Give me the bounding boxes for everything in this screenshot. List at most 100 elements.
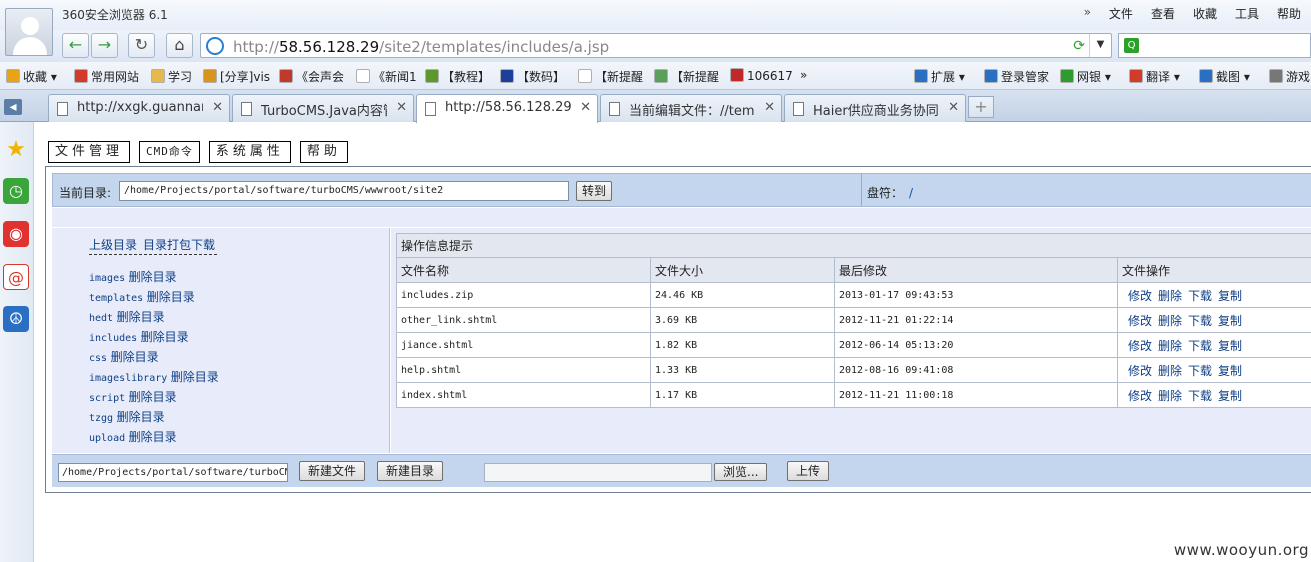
delete-dir-link[interactable]: 删除目录 — [117, 410, 165, 424]
file-manage-button[interactable]: 文件管理 — [48, 141, 131, 163]
favorite-item[interactable]: 收藏 ▾ — [6, 68, 57, 85]
help-button[interactable]: 帮助 — [299, 141, 348, 163]
menu-tools[interactable]: 工具 — [1235, 5, 1259, 22]
delete-link[interactable]: 删除 — [1158, 314, 1182, 328]
delete-dir-link[interactable]: 删除目录 — [129, 390, 177, 404]
search-box[interactable]: Q — [1118, 33, 1311, 58]
delete-link[interactable]: 删除 — [1158, 339, 1182, 353]
current-dir-input[interactable]: /home/Projects/portal/software/turboCMS/… — [119, 181, 569, 201]
close-icon[interactable]: ✕ — [396, 100, 407, 115]
favorite-item[interactable]: » — [800, 68, 807, 82]
delete-link[interactable]: 删除 — [1158, 364, 1182, 378]
menu-favorites[interactable]: 收藏 — [1193, 5, 1217, 22]
favorite-item[interactable]: 翻译 ▾ — [1129, 68, 1180, 85]
menu-file[interactable]: 文件 — [1109, 5, 1133, 22]
dir-link[interactable]: images — [89, 273, 125, 284]
favorite-item[interactable]: 学习 — [151, 68, 192, 85]
user-avatar[interactable] — [5, 8, 53, 56]
home-icon[interactable]: ⌂ — [166, 33, 193, 58]
favorite-item[interactable]: 【教程】 — [425, 68, 490, 85]
upload-file-input[interactable] — [484, 463, 712, 482]
favorite-item[interactable]: 网银 ▾ — [1060, 68, 1111, 85]
upload-button[interactable]: 上传 — [787, 461, 830, 481]
dir-link[interactable]: tzgg — [89, 413, 113, 424]
sidebar-toggle-icon[interactable]: ◂ — [4, 99, 22, 115]
edit-link[interactable]: 修改 — [1128, 389, 1152, 403]
dir-link[interactable]: css — [89, 353, 107, 364]
copy-link[interactable]: 复制 — [1218, 314, 1242, 328]
dir-link[interactable]: script — [89, 393, 125, 404]
address-url[interactable]: http://58.56.128.29/site2/templates/incl… — [233, 38, 609, 56]
cmd-button[interactable]: CMD命令 — [139, 141, 200, 163]
mail-icon[interactable]: @ — [3, 264, 29, 290]
compat-mode-icon[interactable]: ⟳ — [1073, 38, 1085, 54]
close-icon[interactable]: ✕ — [212, 100, 223, 115]
edit-link[interactable]: 修改 — [1128, 339, 1152, 353]
search-engine-icon[interactable]: Q — [1124, 38, 1139, 53]
dir-link[interactable]: templates — [89, 293, 143, 304]
edit-link[interactable]: 修改 — [1128, 314, 1152, 328]
menu-view[interactable]: 查看 — [1151, 5, 1175, 22]
menu-help[interactable]: 帮助 — [1277, 5, 1301, 22]
copy-link[interactable]: 复制 — [1218, 389, 1242, 403]
tab-3-active[interactable]: http://58.56.128.29/site2 ✕ — [416, 94, 598, 123]
address-dropdown-icon[interactable]: ▼ — [1089, 34, 1111, 57]
download-link[interactable]: 下载 — [1188, 289, 1212, 303]
download-link[interactable]: 下载 — [1188, 314, 1212, 328]
new-path-input[interactable]: /home/Projects/portal/software/turboCMS — [58, 463, 288, 482]
delete-dir-link[interactable]: 删除目录 — [129, 270, 177, 284]
favorite-item[interactable]: 《会声会 — [279, 68, 344, 85]
copy-link[interactable]: 复制 — [1218, 339, 1242, 353]
tab-2[interactable]: TurboCMS.Java内容管理 ✕ — [232, 94, 414, 122]
dir-link[interactable]: hedt — [89, 313, 113, 324]
close-icon[interactable]: ✕ — [764, 100, 775, 115]
copy-link[interactable]: 复制 — [1218, 364, 1242, 378]
tab-1[interactable]: http://xxgk.guannan.gov ✕ — [48, 94, 230, 122]
tab-4[interactable]: 当前编辑文件：//templates ✕ — [600, 94, 782, 122]
favorite-item[interactable]: [分享]vis — [203, 68, 270, 85]
copy-link[interactable]: 复制 — [1218, 289, 1242, 303]
favorite-item[interactable]: 常用网站 — [74, 68, 139, 85]
forward-arrow-icon[interactable]: → — [91, 33, 118, 58]
goto-button[interactable]: 转到 — [576, 181, 613, 201]
favorite-item[interactable]: 游戏 — [1269, 68, 1310, 85]
close-icon[interactable]: ✕ — [580, 100, 591, 115]
new-dir-button[interactable]: 新建目录 — [377, 461, 444, 481]
edit-link[interactable]: 修改 — [1128, 364, 1152, 378]
favorite-item[interactable]: 【数码】 — [500, 68, 565, 85]
browse-button[interactable]: 浏览... — [714, 463, 768, 481]
download-link[interactable]: 下载 — [1188, 389, 1212, 403]
dir-link[interactable]: imageslibrary — [89, 373, 167, 384]
drive-link[interactable]: / — [909, 186, 913, 200]
system-props-button[interactable]: 系统属性 — [208, 141, 291, 163]
favorite-item[interactable]: 106617 — [730, 68, 793, 83]
apps-icon[interactable]: ☮ — [3, 306, 29, 332]
edit-link[interactable]: 修改 — [1128, 289, 1152, 303]
favorite-item[interactable]: 【新提醒 — [654, 68, 719, 85]
pack-download-link[interactable]: 目录打包下载 — [143, 238, 215, 252]
delete-link[interactable]: 删除 — [1158, 389, 1182, 403]
delete-dir-link[interactable]: 删除目录 — [141, 330, 189, 344]
favorite-item[interactable]: 《新闻1 — [356, 68, 417, 85]
delete-dir-link[interactable]: 删除目录 — [147, 290, 195, 304]
favorite-item[interactable]: 登录管家 — [984, 68, 1049, 85]
delete-dir-link[interactable]: 删除目录 — [111, 350, 159, 364]
weibo-icon[interactable]: ◉ — [3, 221, 29, 247]
tab-5[interactable]: Haier供应商业务协同管理 ✕ — [784, 94, 966, 122]
dir-link[interactable]: upload — [89, 433, 125, 444]
menu-overflow-chevron[interactable]: » — [1084, 5, 1091, 22]
favorite-item[interactable]: 扩展 ▾ — [914, 68, 965, 85]
address-bar[interactable]: http://58.56.128.29/site2/templates/incl… — [200, 33, 1112, 58]
clock-icon[interactable]: ◷ — [3, 178, 29, 204]
parent-dir-link[interactable]: 上级目录 — [89, 238, 137, 252]
dir-link[interactable]: includes — [89, 333, 137, 344]
delete-dir-link[interactable]: 删除目录 — [129, 430, 177, 444]
reload-icon[interactable]: ↻ — [128, 33, 155, 58]
star-icon[interactable]: ★ — [3, 137, 29, 163]
favorite-item[interactable]: 【新提醒 — [578, 68, 643, 85]
download-link[interactable]: 下载 — [1188, 339, 1212, 353]
new-tab-button[interactable]: + — [968, 96, 994, 118]
delete-link[interactable]: 删除 — [1158, 289, 1182, 303]
delete-dir-link[interactable]: 删除目录 — [171, 370, 219, 384]
favorite-item[interactable]: 截图 ▾ — [1199, 68, 1250, 85]
